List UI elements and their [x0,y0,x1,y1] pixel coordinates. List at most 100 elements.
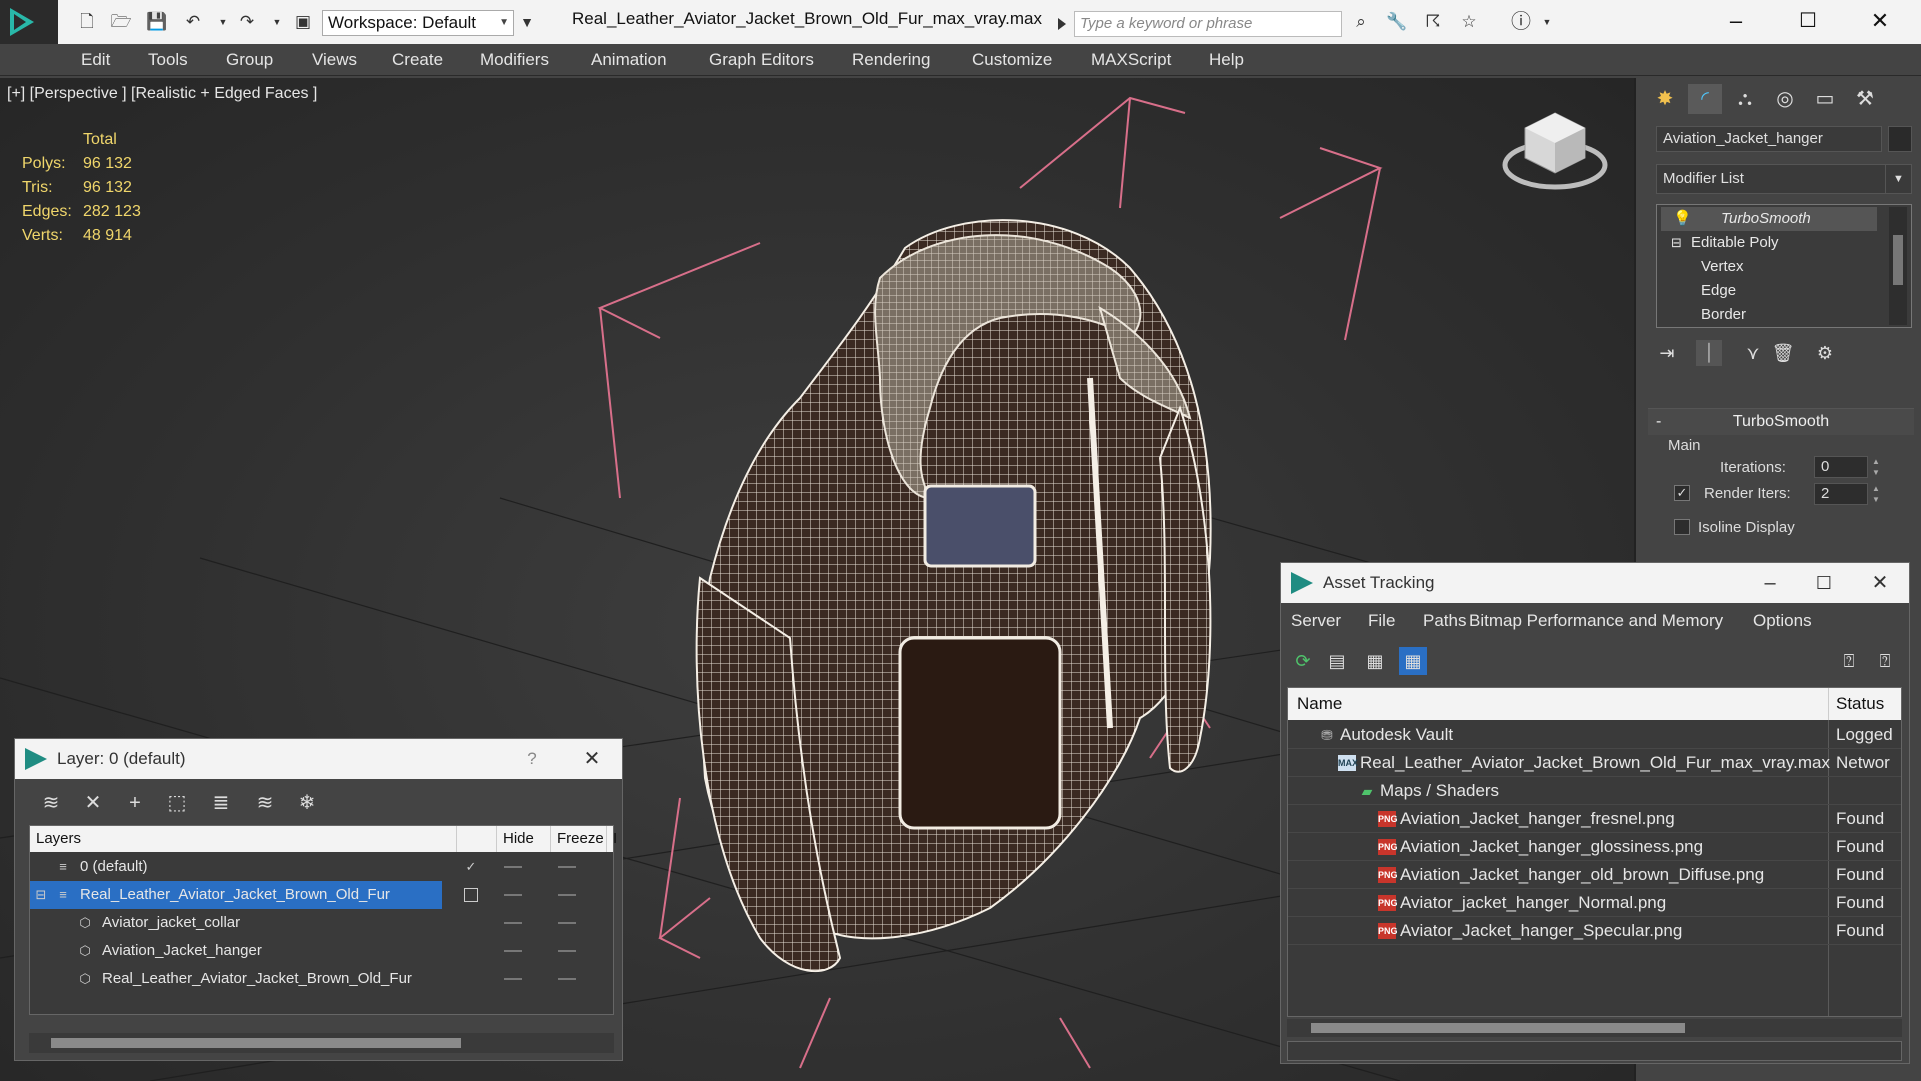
menu-views[interactable]: Views [312,50,357,70]
menu-create[interactable]: Create [392,50,443,70]
render-iters-input[interactable]: 2 [1814,483,1868,505]
render-iters-spinner-icon[interactable]: ▲ ▼ [1870,483,1882,505]
col-extra[interactable]: I [606,826,617,852]
menu-customize[interactable]: Customize [972,50,1052,70]
asset-row[interactable]: PNG Aviator_Jacket_hanger_Specular.png F… [1288,917,1901,945]
motion-tab-icon[interactable]: ◎ [1768,84,1802,114]
stack-item-border[interactable]: Border [1701,303,1746,327]
make-unique-icon[interactable]: ⋎ [1740,340,1766,366]
layer-window-titlebar[interactable]: Layer: 0 (default) ? ✕ [15,739,622,779]
create-tab-icon[interactable]: ✸ [1648,84,1682,114]
asset-row[interactable]: ⛃ Autodesk Vault Logged [1288,721,1901,749]
select-layer-icon[interactable]: ≣ [207,789,235,817]
add-to-layer-icon[interactable]: + [121,789,149,817]
menu-graph-editors[interactable]: Graph Editors [709,50,814,70]
layer-row-object[interactable]: ⬡ Aviation_Jacket_hanger [30,937,613,965]
menu-options[interactable]: Options [1753,611,1812,631]
favorites-star-icon[interactable]: ☆ [1458,12,1480,32]
stack-item-turbosmooth[interactable]: 💡 TurboSmooth [1661,207,1877,231]
asset-horizontal-scrollbar[interactable] [1287,1019,1902,1037]
freeze-toggle[interactable] [558,950,576,952]
configure-sets-icon[interactable]: ⚙ [1812,340,1838,366]
close-button[interactable]: ✕ [1860,6,1900,36]
close-button[interactable]: ✕ [1863,568,1897,598]
select-objects-icon[interactable]: ⬚ [163,789,191,817]
iterations-input[interactable]: 0 [1814,456,1868,478]
col-layers[interactable]: Layers [30,826,81,852]
layer-row-object[interactable]: ⬡ Aviator_jacket_collar [30,909,613,937]
pin-stack-icon[interactable]: ⇥ [1654,340,1680,366]
thumbnail-view-icon[interactable]: ▦ [1361,647,1389,675]
minimize-button[interactable]: – [1753,568,1787,598]
app-menu-button[interactable] [0,0,58,44]
menu-animation[interactable]: Animation [591,50,667,70]
modify-tab-icon[interactable]: ◜ [1688,84,1722,114]
list-view-icon[interactable]: ▤ [1323,647,1351,675]
modifier-list-dropdown[interactable]: Modifier List ▼ [1656,164,1912,194]
workspace-dropdown[interactable]: Workspace: Default ▼ [322,10,514,36]
redo-dropdown-icon[interactable]: ▼ [266,12,288,32]
delete-layer-icon[interactable]: ✕ [79,789,107,817]
collapse-minus-icon[interactable]: ⊟ [1671,231,1682,255]
maximize-button[interactable]: ☐ [1807,568,1841,598]
col-status[interactable]: Status [1828,688,1884,720]
freeze-toggle[interactable] [558,866,576,868]
freeze-toggle[interactable] [558,978,576,980]
options-help-icon[interactable]: ⍰ [1871,647,1899,675]
undo-dropdown-icon[interactable]: ▼ [212,12,234,32]
freeze-toggle[interactable] [558,894,576,896]
asset-row[interactable]: PNG Aviation_Jacket_hanger_old_brown_Dif… [1288,861,1901,889]
open-file-icon[interactable]: 🗁 [110,12,132,32]
project-folder-icon[interactable]: ▣ [292,12,314,32]
redo-icon[interactable]: ↷ [236,12,258,32]
asset-row[interactable]: PNG Aviator_jacket_hanger_Normal.png Fou… [1288,889,1901,917]
freeze-toggle[interactable] [558,922,576,924]
hide-toggle[interactable] [504,866,522,868]
asset-row[interactable]: ▰ Maps / Shaders [1288,777,1901,805]
layer-horizontal-scrollbar[interactable] [29,1033,614,1053]
subscription-icon[interactable]: 🔧 [1386,12,1408,32]
new-file-icon[interactable]: 🗋 [76,12,98,32]
hide-toggle[interactable] [504,978,522,980]
hide-toggle[interactable] [504,894,522,896]
collapse-minus-icon[interactable]: - [1656,409,1661,435]
menu-modifiers[interactable]: Modifiers [480,50,549,70]
lightbulb-icon[interactable]: 💡 [1673,207,1692,231]
asset-window-titlebar[interactable]: Asset Tracking – ☐ ✕ [1281,563,1909,603]
binoculars-icon[interactable]: ⌕ [1350,12,1372,32]
col-hide[interactable]: Hide [496,826,534,852]
menu-server[interactable]: Server [1291,611,1341,631]
stack-item-edge[interactable]: Edge [1701,279,1736,303]
stack-item-editable-poly[interactable]: ⊟ Editable Poly [1661,231,1881,255]
refresh-icon[interactable]: ⟳ [1289,647,1317,675]
menu-tools[interactable]: Tools [148,50,188,70]
qa-toolbar-overflow-icon[interactable]: ▼ [516,12,538,32]
layer-row-jacket[interactable]: ⊟ ≡ Real_Leather_Aviator_Jacket_Brown_Ol… [30,881,613,909]
menu-file[interactable]: File [1368,611,1395,631]
minimize-button[interactable]: – [1716,6,1756,36]
show-end-result-icon[interactable]: ⏐ [1696,340,1722,366]
help-icon[interactable]: ⓘ [1510,12,1532,32]
freeze-all-layers-icon[interactable]: ❄ [293,789,321,817]
iterations-spinner-icon[interactable]: ▲ ▼ [1870,456,1882,478]
search-expand-icon[interactable] [1058,18,1066,30]
object-color-swatch[interactable] [1888,126,1912,152]
asset-row[interactable]: PNG Aviation_Jacket_hanger_glossiness.pn… [1288,833,1901,861]
undo-icon[interactable]: ↶ [182,12,204,32]
menu-group[interactable]: Group [226,50,273,70]
table-view-icon[interactable]: ▦ [1399,647,1427,675]
asset-row[interactable]: PNG Aviation_Jacket_hanger_fresnel.png F… [1288,805,1901,833]
layer-row-object[interactable]: ⬡ Real_Leather_Aviator_Jacket_Brown_Old_… [30,965,613,993]
set-current-layer-icon[interactable] [464,888,478,902]
layer-row-default[interactable]: ≡ 0 (default) ✓ [30,853,613,881]
close-button[interactable]: ✕ [575,744,609,774]
display-tab-icon[interactable]: ▭ [1808,84,1842,114]
object-name-field[interactable]: Aviation_Jacket_hanger [1656,126,1882,152]
rollout-header[interactable]: - TurboSmooth [1648,409,1914,435]
stack-item-vertex[interactable]: Vertex [1701,255,1744,279]
stack-scrollbar[interactable] [1889,207,1907,325]
server-help-icon[interactable]: ⍰ [1835,647,1863,675]
hide-toggle[interactable] [504,950,522,952]
asset-path-field[interactable] [1287,1041,1902,1061]
hide-toggle[interactable] [504,922,522,924]
